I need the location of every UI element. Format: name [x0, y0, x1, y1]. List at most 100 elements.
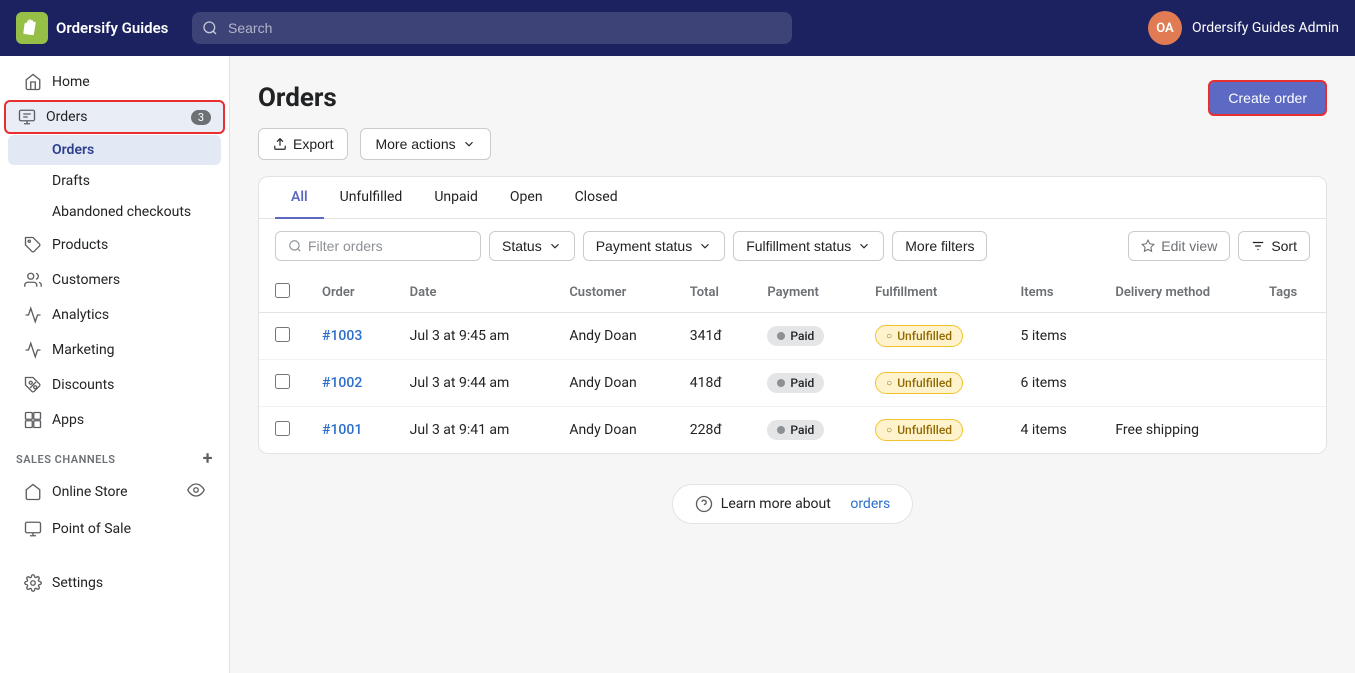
- col-total: Total: [674, 273, 752, 313]
- brand-name: Ordersify Guides: [56, 19, 168, 37]
- search-icon: [202, 20, 218, 36]
- avatar: OA: [1148, 11, 1182, 45]
- order-link-0[interactable]: #1003: [322, 328, 362, 344]
- orders-table: Order Date Customer Total Payment Fulfil…: [259, 273, 1326, 453]
- sidebar-item-online-store[interactable]: Online Store: [8, 473, 221, 511]
- col-order: Order: [306, 273, 394, 313]
- brand[interactable]: Ordersify Guides: [16, 12, 176, 44]
- sidebar-item-apps[interactable]: Apps: [8, 403, 221, 437]
- online-store-icon: [24, 483, 42, 501]
- payment-status-filter-button[interactable]: Payment status: [583, 231, 726, 261]
- sales-channels-label: SALES CHANNELS +: [0, 438, 229, 472]
- col-payment: Payment: [751, 273, 859, 313]
- order-link-1[interactable]: #1002: [322, 375, 362, 391]
- tab-unpaid[interactable]: Unpaid: [418, 177, 494, 219]
- sidebar-item-settings[interactable]: Settings: [8, 566, 221, 600]
- row-total-0: 341đ: [674, 313, 752, 360]
- col-tags: Tags: [1253, 273, 1326, 313]
- page-title: Orders: [258, 83, 337, 113]
- eye-icon: [187, 481, 205, 499]
- row-date-0: Jul 3 at 9:45 am: [394, 313, 554, 360]
- row-payment-1: Paid: [751, 360, 859, 407]
- row-date-1: Jul 3 at 9:44 am: [394, 360, 554, 407]
- chevron-down-icon: [462, 137, 476, 151]
- col-delivery: Delivery method: [1099, 273, 1253, 313]
- settings-icon: [24, 574, 42, 592]
- shopify-logo: [16, 12, 48, 44]
- fulfillment-status-filter-button[interactable]: Fulfillment status: [733, 231, 884, 261]
- filter-orders-input[interactable]: [308, 238, 468, 254]
- sort-label: Sort: [1271, 238, 1297, 254]
- sidebar-item-customers[interactable]: Customers: [8, 263, 221, 297]
- learn-more-pill: Learn more about orders: [672, 484, 913, 524]
- more-actions-label: More actions: [375, 136, 455, 152]
- sidebar-item-analytics[interactable]: Analytics: [8, 298, 221, 332]
- order-link-2[interactable]: #1001: [322, 422, 362, 438]
- export-button[interactable]: Export: [258, 128, 348, 160]
- more-filters-label: More filters: [905, 238, 974, 254]
- sidebar-subitem-drafts[interactable]: Drafts: [8, 166, 221, 196]
- sort-button[interactable]: Sort: [1238, 231, 1310, 261]
- row-checkbox-0[interactable]: [275, 327, 290, 342]
- sidebar-subitem-orders-label: Orders: [52, 142, 94, 158]
- payment-status-label: Payment status: [596, 238, 693, 254]
- help-icon: [695, 495, 713, 513]
- col-items: Items: [1004, 273, 1099, 313]
- row-items-1: 6 items: [1004, 360, 1099, 407]
- learn-more-link[interactable]: orders: [850, 496, 890, 512]
- orders-card: All Unfulfilled Unpaid Open Closed Statu…: [258, 176, 1327, 454]
- row-date-2: Jul 3 at 9:41 am: [394, 407, 554, 454]
- row-total-1: 418đ: [674, 360, 752, 407]
- sidebar-item-products[interactable]: Products: [8, 228, 221, 262]
- row-items-0: 5 items: [1004, 313, 1099, 360]
- row-delivery-1: [1099, 360, 1253, 407]
- tab-all[interactable]: All: [275, 177, 324, 219]
- row-customer-0: Andy Doan: [553, 313, 673, 360]
- sidebar-label-settings: Settings: [52, 575, 103, 591]
- products-icon: [24, 236, 42, 254]
- sidebar-label-pos: Point of Sale: [52, 521, 131, 537]
- sidebar-item-home[interactable]: Home: [8, 65, 221, 99]
- sidebar-item-marketing[interactable]: Marketing: [8, 333, 221, 367]
- row-fulfillment-2: Unfulfilled: [859, 407, 1004, 454]
- sidebar-subitem-abandoned[interactable]: Abandoned checkouts: [8, 197, 221, 227]
- analytics-icon: [24, 306, 42, 324]
- status-chevron-icon: [548, 239, 562, 253]
- status-filter-label: Status: [502, 238, 542, 254]
- sidebar-item-pos[interactable]: Point of Sale: [8, 512, 221, 546]
- sort-icon: [1251, 239, 1265, 253]
- tab-closed[interactable]: Closed: [559, 177, 634, 219]
- customers-icon: [24, 271, 42, 289]
- edit-view-button[interactable]: Edit view: [1128, 231, 1230, 261]
- tab-unfulfilled[interactable]: Unfulfilled: [324, 177, 419, 219]
- create-order-button[interactable]: Create order: [1208, 80, 1327, 116]
- row-fulfillment-1: Unfulfilled: [859, 360, 1004, 407]
- add-sales-channel-button[interactable]: +: [203, 450, 213, 468]
- home-icon: [24, 73, 42, 91]
- search-input[interactable]: [192, 12, 792, 44]
- fulfillment-status-label: Fulfillment status: [746, 238, 851, 254]
- orders-icon: [18, 108, 36, 126]
- row-items-2: 4 items: [1004, 407, 1099, 454]
- sidebar-item-discounts[interactable]: Discounts: [8, 368, 221, 402]
- row-checkbox-2[interactable]: [275, 421, 290, 436]
- sidebar-label-customers: Customers: [52, 272, 120, 288]
- row-payment-2: Paid: [751, 407, 859, 454]
- more-actions-button[interactable]: More actions: [360, 128, 490, 160]
- edit-view-label: Edit view: [1161, 238, 1217, 254]
- filter-right: Edit view Sort: [1128, 231, 1310, 261]
- payment-chevron-icon: [698, 239, 712, 253]
- topnav: Ordersify Guides OA Ordersify Guides Adm…: [0, 0, 1355, 56]
- filter-search-container: [275, 231, 481, 261]
- select-all-checkbox[interactable]: [275, 283, 290, 298]
- discounts-icon: [24, 376, 42, 394]
- star-icon: [1141, 239, 1155, 253]
- status-filter-button[interactable]: Status: [489, 231, 575, 261]
- more-filters-button[interactable]: More filters: [892, 231, 987, 261]
- sidebar-item-orders[interactable]: Orders 3: [4, 100, 225, 134]
- col-fulfillment: Fulfillment: [859, 273, 1004, 313]
- tab-open[interactable]: Open: [494, 177, 559, 219]
- sidebar-label-products: Products: [52, 237, 108, 253]
- row-checkbox-1[interactable]: [275, 374, 290, 389]
- sidebar-subitem-orders[interactable]: Orders: [8, 135, 221, 165]
